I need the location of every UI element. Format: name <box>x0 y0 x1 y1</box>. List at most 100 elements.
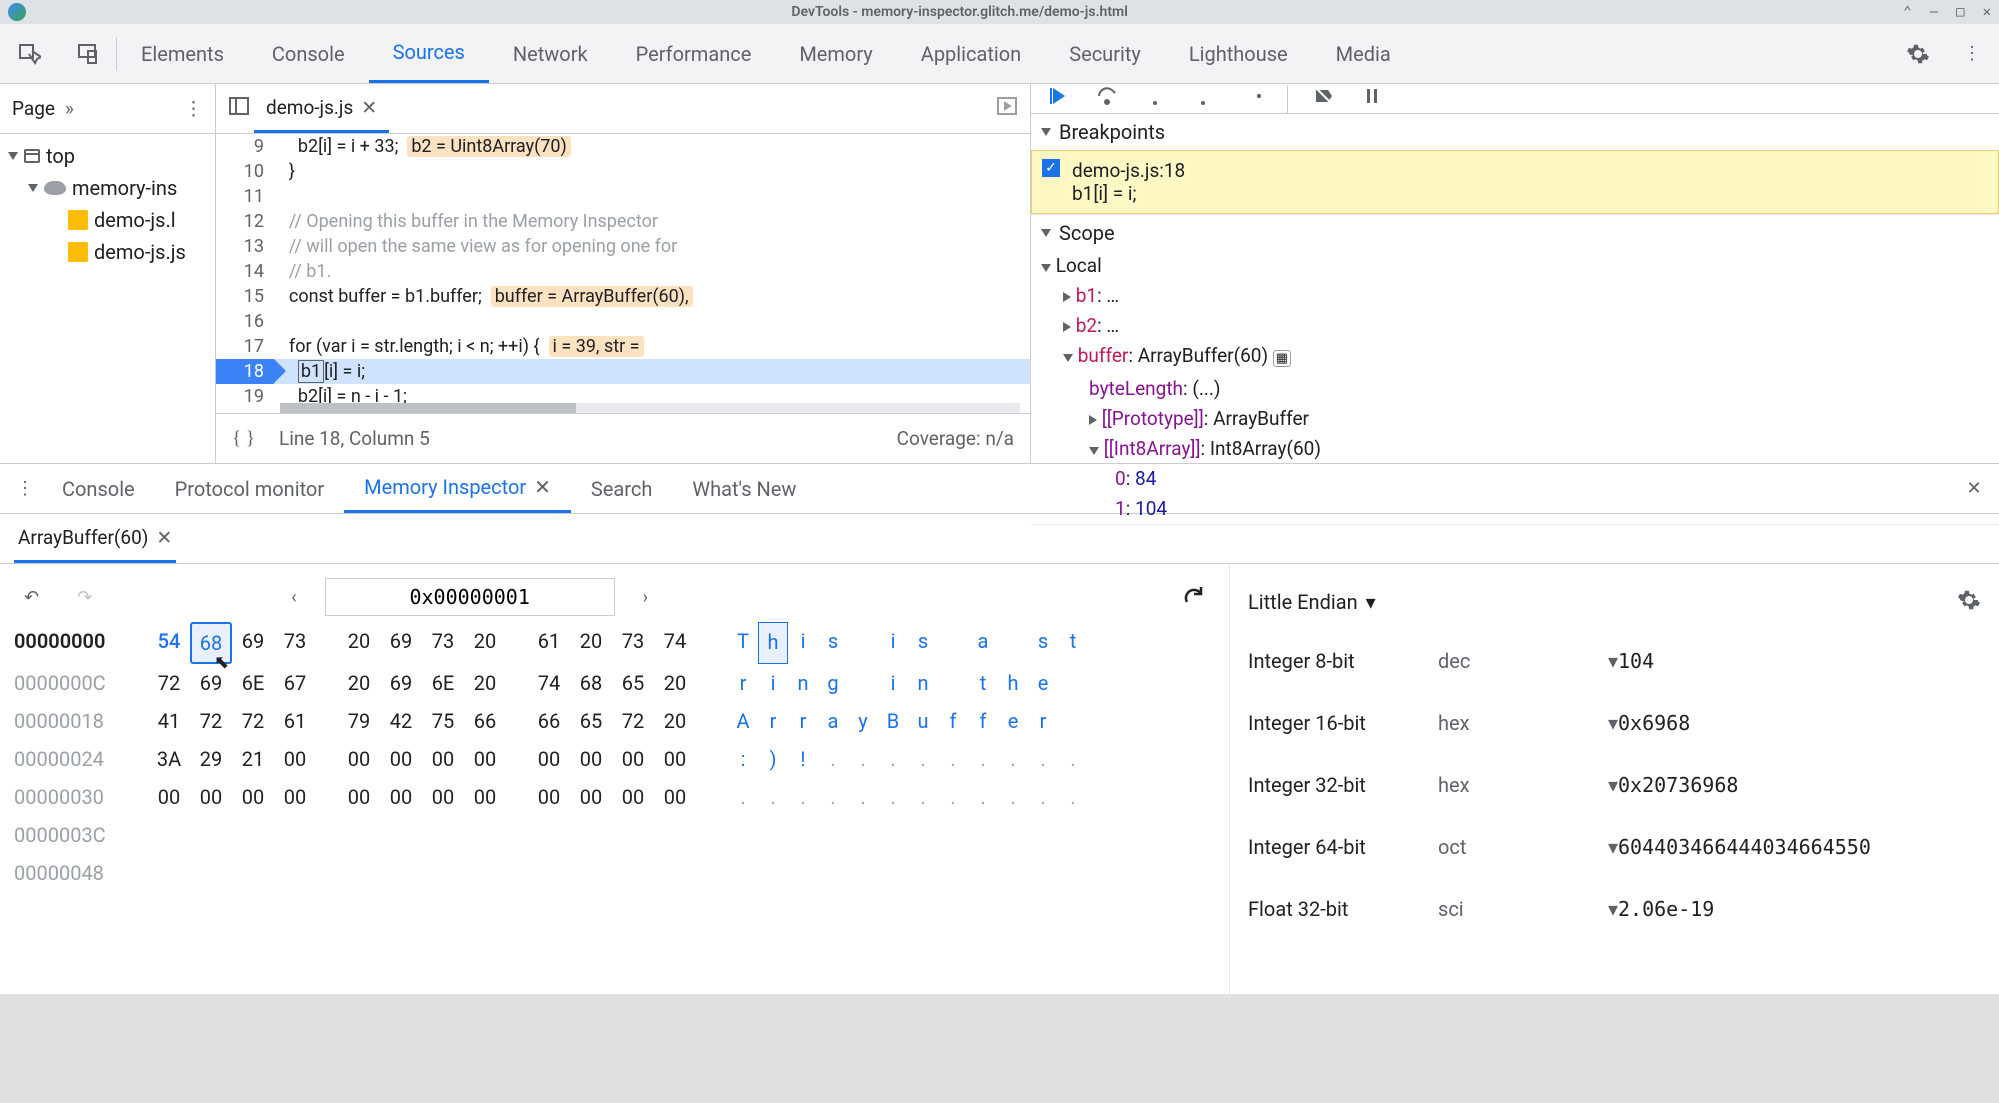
restore-icon[interactable]: — <box>1930 4 1938 20</box>
ascii-char[interactable]: T <box>728 622 758 664</box>
refresh-icon[interactable] <box>1171 579 1215 616</box>
ascii-char[interactable]: . <box>938 740 968 778</box>
next-page-icon[interactable]: › <box>633 583 658 612</box>
scope-local[interactable]: Local <box>1041 251 1999 281</box>
ascii-char[interactable]: . <box>908 740 938 778</box>
pretty-print-icon[interactable]: { } <box>232 428 255 450</box>
ascii-char[interactable]: g <box>818 664 848 702</box>
hex-byte[interactable]: 6E <box>422 664 464 702</box>
code-line[interactable]: b1[i] = i; <box>274 359 1030 384</box>
hex-byte[interactable]: 00 <box>422 778 464 816</box>
ascii-char[interactable] <box>848 664 878 702</box>
ascii-char[interactable]: r <box>728 664 758 702</box>
ascii-char[interactable]: ) <box>758 740 788 778</box>
hex-byte[interactable]: 29 <box>190 740 232 778</box>
code-line[interactable]: // b1. <box>274 259 1030 284</box>
step-into-icon[interactable] <box>1143 84 1167 113</box>
line-number[interactable]: 17 <box>216 334 274 359</box>
code-line[interactable]: } <box>274 159 1030 184</box>
ascii-char[interactable]: a <box>968 622 998 664</box>
ascii-char[interactable]: n <box>788 664 818 702</box>
ascii-char[interactable]: s <box>908 622 938 664</box>
hex-byte[interactable]: 72 <box>148 664 190 702</box>
drawer-tab-protocol-monitor[interactable]: Protocol monitor <box>155 464 344 513</box>
hex-byte[interactable]: 65 <box>570 702 612 740</box>
line-number[interactable]: 12 <box>216 209 274 234</box>
memory-icon[interactable]: ▦ <box>1273 350 1291 367</box>
inspect-element-icon[interactable] <box>8 33 50 75</box>
hex-byte[interactable]: 69 <box>380 622 422 664</box>
main-tab-network[interactable]: Network <box>489 24 612 83</box>
ascii-char[interactable]: f <box>968 702 998 740</box>
line-number[interactable]: 16 <box>216 309 274 334</box>
hex-byte[interactable]: 00 <box>380 778 422 816</box>
ascii-char[interactable]: t <box>1058 622 1088 664</box>
hex-byte[interactable]: 00 <box>612 778 654 816</box>
ascii-char[interactable]: . <box>968 740 998 778</box>
kebab-menu-icon[interactable]: ⋮ <box>1951 33 1993 75</box>
hex-byte[interactable]: 3A <box>148 740 190 778</box>
ascii-char[interactable]: . <box>878 778 908 816</box>
ascii-char[interactable]: . <box>788 778 818 816</box>
ascii-char[interactable]: u <box>908 702 938 740</box>
settings-gear-icon[interactable] <box>1897 33 1939 75</box>
ascii-char[interactable]: : <box>728 740 758 778</box>
code-editor[interactable]: 9 b2[i] = i + 33; b2 = Uint8Array(70)10 … <box>216 134 1030 413</box>
file-tab[interactable]: demo-js.js ✕ <box>254 84 389 133</box>
line-number[interactable]: 19 <box>216 384 274 409</box>
endianness-selector[interactable]: Little Endian ▾ <box>1248 590 1376 614</box>
drawer-tab-what-s-new[interactable]: What's New <box>672 464 816 513</box>
ascii-char[interactable]: h <box>758 622 788 664</box>
hex-byte[interactable]: 75 <box>422 702 464 740</box>
hex-byte[interactable]: 00 <box>232 778 274 816</box>
ascii-char[interactable] <box>938 622 968 664</box>
ascii-char[interactable]: t <box>968 664 998 702</box>
breakpoint-item[interactable]: ✓ demo-js.js:18 b1[i] = i; <box>1031 150 1999 214</box>
hex-byte[interactable]: 72 <box>232 702 274 740</box>
scope-var[interactable]: b1: … <box>1041 281 1999 311</box>
line-number[interactable]: 10 <box>216 159 274 184</box>
ascii-char[interactable]: i <box>788 622 818 664</box>
hex-byte[interactable]: 00 <box>528 740 570 778</box>
hex-byte[interactable]: 74 <box>654 622 696 664</box>
ascii-char[interactable]: . <box>848 740 878 778</box>
hex-byte[interactable]: 00 <box>528 778 570 816</box>
ascii-char[interactable]: . <box>1028 778 1058 816</box>
main-tab-elements[interactable]: Elements <box>117 24 248 83</box>
drawer-tab-search[interactable]: Search <box>571 464 672 513</box>
breakpoints-header[interactable]: Breakpoints <box>1031 114 1999 150</box>
hex-byte[interactable]: 6E <box>232 664 274 702</box>
ascii-char[interactable] <box>998 622 1028 664</box>
format-selector[interactable]: hex▾ <box>1438 773 1618 797</box>
hex-byte[interactable]: 79 <box>338 702 380 740</box>
hex-byte[interactable]: 00 <box>654 778 696 816</box>
hex-byte[interactable]: 00 <box>654 740 696 778</box>
scope-elem[interactable]: 0: 84 <box>1041 464 1999 494</box>
hex-byte[interactable]: 00 <box>190 778 232 816</box>
format-selector[interactable]: sci▾ <box>1438 897 1618 921</box>
code-line[interactable]: for (var i = str.length; i < n; ++i) { i… <box>274 334 1030 359</box>
undo-icon[interactable]: ↶ <box>14 583 49 612</box>
tree-file[interactable]: demo-js.l <box>0 204 215 236</box>
tree-file[interactable]: demo-js.js <box>0 236 215 268</box>
code-line[interactable] <box>274 309 1030 334</box>
hex-byte[interactable]: 00 <box>570 778 612 816</box>
ascii-char[interactable]: . <box>1058 740 1088 778</box>
main-tab-sources[interactable]: Sources <box>369 24 489 83</box>
ascii-char[interactable]: y <box>848 702 878 740</box>
close-icon[interactable]: ✕ <box>1983 4 1991 20</box>
hex-byte[interactable]: 20 <box>654 664 696 702</box>
ascii-char[interactable]: . <box>848 778 878 816</box>
ascii-char[interactable]: A <box>728 702 758 740</box>
ascii-char[interactable]: r <box>758 702 788 740</box>
ascii-char[interactable] <box>938 664 968 702</box>
ascii-char[interactable]: . <box>938 778 968 816</box>
ascii-char[interactable]: . <box>818 778 848 816</box>
ascii-char[interactable]: . <box>1028 740 1058 778</box>
ascii-char[interactable]: B <box>878 702 908 740</box>
hex-byte[interactable]: 00 <box>612 740 654 778</box>
hex-byte[interactable]: 68 <box>570 664 612 702</box>
hex-byte[interactable]: 61 <box>274 702 316 740</box>
ascii-char[interactable]: i <box>878 664 908 702</box>
scope-prop[interactable]: [[Int8Array]]: Int8Array(60) <box>1041 434 1999 464</box>
